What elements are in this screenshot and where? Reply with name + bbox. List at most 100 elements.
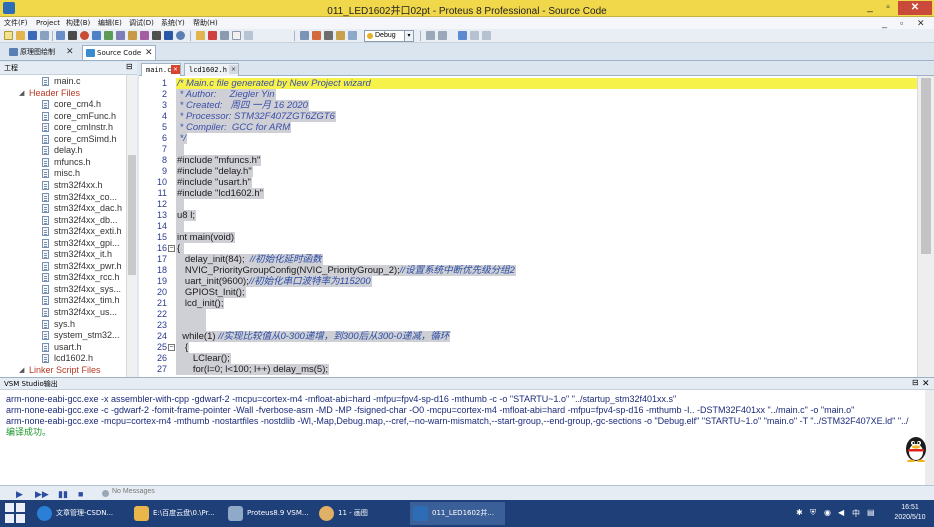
code-line[interactable]: 5 * Compiler: GCC for ARM	[139, 122, 926, 133]
code-line[interactable]: 16−{	[139, 243, 926, 254]
close-button[interactable]: ✕	[898, 1, 932, 15]
settings-icon[interactable]	[68, 31, 77, 40]
menu-help[interactable]: 帮助(H)	[193, 17, 218, 29]
fold-toggle-icon[interactable]: −	[168, 344, 175, 351]
maximize-button[interactable]: ▫	[880, 1, 896, 15]
pin-icon[interactable]: ⊟	[912, 378, 919, 387]
qq-penguin-icon[interactable]	[903, 434, 929, 462]
stop-icon[interactable]: ■	[78, 489, 83, 499]
taskbar-item-proteus[interactable]: 011_LED1602并...	[410, 502, 505, 525]
fold-toggle-icon[interactable]: −	[168, 245, 175, 252]
import-icon[interactable]	[40, 31, 49, 40]
build-config-dropdown[interactable]: Debug ▾	[364, 30, 414, 42]
project-settings-icon[interactable]	[348, 31, 357, 40]
pcb-icon[interactable]	[104, 31, 113, 40]
project-tree-scrollbar[interactable]	[126, 75, 137, 377]
code-line[interactable]: 3 * Created: 周四 一月 16 2020	[139, 100, 926, 111]
code-line[interactable]: 13 u8 l;	[139, 210, 926, 221]
code-line[interactable]: 26 LClear();	[139, 353, 926, 364]
paste-icon[interactable]	[232, 31, 241, 40]
home-icon[interactable]	[56, 31, 65, 40]
code-line[interactable]: 25− {	[139, 342, 926, 353]
stop-icon[interactable]	[80, 31, 89, 40]
build-icon[interactable]	[300, 31, 309, 40]
3d-icon[interactable]	[116, 31, 125, 40]
undo-icon[interactable]	[426, 31, 435, 40]
code-line[interactable]: 23	[139, 320, 926, 331]
schematic-icon[interactable]	[92, 31, 101, 40]
tab-main-c[interactable]: main.c ✕	[141, 63, 181, 76]
menu-system[interactable]: 系统(Y)	[161, 17, 185, 29]
windows-start-icon[interactable]	[5, 503, 25, 523]
tab-schematic[interactable]: 原理图绘制 ✕	[6, 45, 78, 60]
code-line[interactable]: 19 uart_init(9600);//初始化串口波特率为115200	[139, 276, 926, 287]
code-line[interactable]: 8 #include "mfuncs.h"	[139, 155, 926, 166]
ime-indicator[interactable]: 中	[852, 508, 860, 519]
bluetooth-icon[interactable]: ✱	[796, 508, 803, 517]
expand-icon[interactable]: ◢	[19, 365, 24, 376]
pause-icon[interactable]: ▮▮	[58, 489, 68, 500]
close-icon[interactable]: ✕	[922, 378, 930, 389]
bom-icon[interactable]	[140, 31, 149, 40]
menu-debug[interactable]: 调试(D)	[129, 17, 154, 29]
find-icon[interactable]	[458, 31, 467, 40]
expand-icon[interactable]: ◢	[19, 88, 24, 99]
menu-edit[interactable]: 编辑(E)	[98, 17, 122, 29]
replace-icon[interactable]	[482, 31, 491, 40]
cut-icon[interactable]	[196, 31, 205, 40]
volume-icon[interactable]: ◀	[838, 508, 844, 517]
code-line[interactable]: 18 NVIC_PriorityGroupConfig(NVIC_Priorit…	[139, 265, 926, 276]
code-line[interactable]: 24 while(1) //实现比较值从0-300递增，到300后从300-0递…	[139, 331, 926, 342]
play-icon[interactable]: ▶	[16, 489, 23, 500]
code-line[interactable]: 11 #include "lcd1602.h"	[139, 188, 926, 199]
tab-close-icon[interactable]: ✕	[171, 65, 180, 74]
code-editor[interactable]: 1 /* Main.c file generated by New Project…	[139, 76, 926, 377]
menu-file[interactable]: 文件(F)	[4, 17, 28, 29]
editor-scrollbar[interactable]	[917, 76, 934, 377]
code-icon[interactable]	[152, 31, 161, 40]
mdi-minimize-button[interactable]: _	[882, 17, 887, 29]
security-icon[interactable]: ⛨	[810, 508, 816, 518]
code-line[interactable]: 17 delay_init(84); //初始化延时函数	[139, 254, 926, 265]
bookmark-icon[interactable]	[470, 31, 479, 40]
pin-icon[interactable]: ⊟	[126, 62, 133, 71]
delete-icon[interactable]	[208, 31, 217, 40]
code-line[interactable]: 22	[139, 309, 926, 320]
scrollbar-thumb[interactable]	[128, 155, 136, 275]
tab-source-code[interactable]: Source Code ✕	[82, 45, 156, 60]
build-output[interactable]: arm-none-eabi-gcc.exe -x assembler-with-…	[0, 390, 925, 485]
mdi-restore-button[interactable]: ▫	[900, 17, 903, 29]
code-line[interactable]: 20 GPIOSt_Init();	[139, 287, 926, 298]
taskbar-item-browser[interactable]: 文章管理-CSDN...	[34, 502, 126, 525]
clean-icon[interactable]	[324, 31, 333, 40]
new-file-icon[interactable]	[4, 31, 13, 40]
tab-close-icon[interactable]: ✕	[66, 45, 74, 60]
tab-lcd1602-h[interactable]: lcd1602.h ✕	[184, 63, 239, 76]
message-status[interactable]: No Messages	[102, 488, 155, 497]
code-line[interactable]: 12	[139, 199, 926, 210]
copy-icon[interactable]	[220, 31, 229, 40]
code-line[interactable]: 10 #include "usart.h"	[139, 177, 926, 188]
mdi-close-button[interactable]: ✕	[917, 17, 925, 29]
print-icon[interactable]	[244, 31, 253, 40]
network-icon[interactable]: ◉	[824, 508, 831, 517]
notes-icon[interactable]	[164, 31, 173, 40]
notification-icon[interactable]: ▤	[867, 508, 875, 517]
project-tree[interactable]: main.c ◢ Header Files core_cm4.h core_cmFunc…	[0, 75, 126, 377]
code-line[interactable]: 1 /* Main.c file generated by New Project…	[139, 78, 926, 89]
code-line[interactable]: 27 for(l=0; l<100; l++) delay_ms(5);	[139, 364, 926, 375]
menu-project[interactable]: Project	[36, 17, 60, 29]
help-icon[interactable]	[176, 31, 185, 40]
code-line[interactable]: 6 */	[139, 133, 926, 144]
minimize-button[interactable]: _	[862, 1, 878, 15]
tab-close-icon[interactable]: ✕	[229, 65, 238, 74]
taskbar-item-proteus-doc[interactable]: Proteus8.9 VSM...	[225, 502, 310, 525]
taskbar-item-paint[interactable]: 11 - 画图	[316, 502, 401, 525]
step-icon[interactable]: ▶▶	[35, 489, 49, 500]
rebuild-icon[interactable]	[312, 31, 321, 40]
code-line[interactable]: 21 lcd_init();	[139, 298, 926, 309]
save-icon[interactable]	[28, 31, 37, 40]
system-clock[interactable]: 16:51 2020/5/10	[888, 503, 932, 523]
code-line[interactable]: 9 #include "delay.h"	[139, 166, 926, 177]
code-line[interactable]: 2 * Author: Ziegler Yin	[139, 89, 926, 100]
